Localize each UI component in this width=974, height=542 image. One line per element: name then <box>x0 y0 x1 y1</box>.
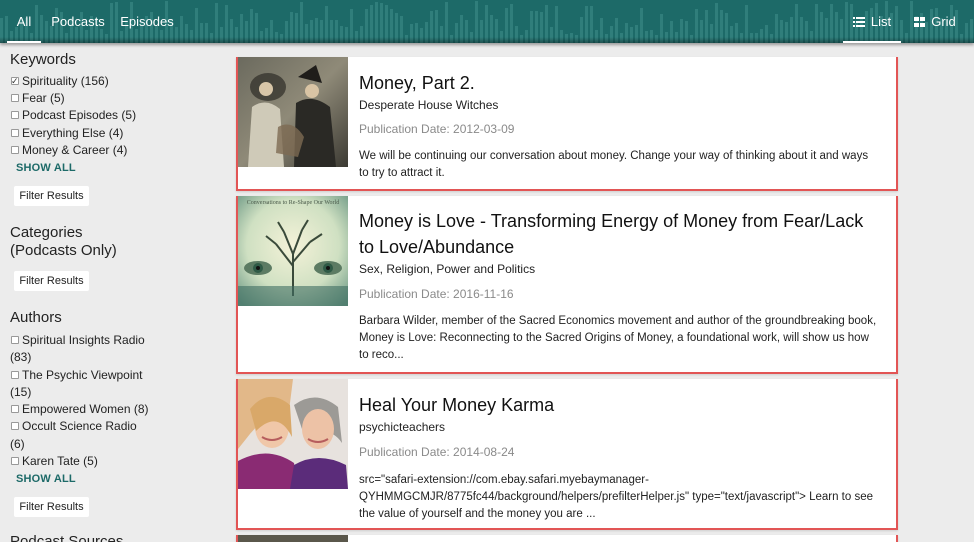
author-label: Empowered Women (8) <box>22 402 149 416</box>
tab-podcasts[interactable]: Podcasts <box>50 0 106 43</box>
author-filter-empowered-women[interactable]: Empowered Women (8) <box>11 401 211 418</box>
grid-icon <box>914 16 926 27</box>
publication-date: Publication Date: 2016-11-16 <box>359 287 514 301</box>
episode-title[interactable]: Money, Part 2. <box>359 70 879 96</box>
filter-sidebar: Keywords Spirituality (156) Fear (5) Pod… <box>0 43 222 542</box>
author-filter-occult-science-radio[interactable]: Occult Science Radio <box>11 418 211 435</box>
checkbox[interactable] <box>11 404 19 413</box>
author-label: Karen Tate (5) <box>22 454 98 468</box>
list-icon <box>852 16 865 27</box>
keyword-label: Fear (5) <box>22 91 65 105</box>
episode-title[interactable]: Money is Love - Transforming Energy of M… <box>359 208 879 260</box>
checkbox[interactable] <box>11 145 19 154</box>
author-label: The Psychic Viewpoint <box>22 368 143 382</box>
episode-thumbnail[interactable] <box>238 57 348 167</box>
keyword-label: Podcast Episodes (5) <box>22 108 137 122</box>
authors-heading: Authors <box>10 309 62 326</box>
view-list-label: List <box>870 14 892 29</box>
keyword-filter-spirituality[interactable]: Spirituality (156) <box>11 73 211 90</box>
keyword-filter-money-career[interactable]: Money & Career (4) <box>11 142 211 159</box>
checkbox-checked[interactable] <box>11 73 19 90</box>
checkbox[interactable] <box>11 93 19 102</box>
view-grid-button[interactable]: Grid <box>906 0 964 43</box>
categories-heading: Categories <box>10 224 83 241</box>
checkbox[interactable] <box>11 335 19 344</box>
author-filter-spiritual-insights-radio[interactable]: Spiritual Insights Radio <box>11 332 211 349</box>
author-filter-karen-tate[interactable]: Karen Tate (5) <box>11 453 211 470</box>
author-count: (15) <box>10 385 32 399</box>
episode-description: Barbara Wilder, member of the Sacred Eco… <box>359 315 877 361</box>
keywords-filter-button[interactable]: Filter Results <box>14 186 89 206</box>
publication-date: Publication Date: 2012-03-09 <box>359 122 515 136</box>
podcast-name[interactable]: Desperate House Witches <box>359 97 879 113</box>
publication-date: Publication Date: 2014-08-24 <box>359 445 515 459</box>
view-grid-label: Grid <box>931 14 956 29</box>
keywords-show-all-link[interactable]: SHOW ALL <box>16 162 76 174</box>
episode-thumbnail[interactable] <box>238 535 348 542</box>
podcast-name[interactable]: psychicteachers <box>359 419 879 435</box>
episode-description: We will be continuing our conversation a… <box>359 150 869 179</box>
thumbnail-caption: Conversations to Re-Shape Our World <box>246 200 340 206</box>
categories-filter-button[interactable]: Filter Results <box>14 271 89 291</box>
keyword-label: Money & Career (4) <box>22 143 128 157</box>
tab-all[interactable]: All <box>7 0 41 43</box>
episode-description: src="safari-extension://com.ebay.safari.… <box>359 474 874 520</box>
keyword-filter-everything-else[interactable]: Everything Else (4) <box>11 125 211 142</box>
author-label: Occult Science Radio <box>22 419 137 433</box>
keyword-filter-fear[interactable]: Fear (5) <box>11 90 211 107</box>
checkbox[interactable] <box>11 110 19 119</box>
result-card[interactable] <box>236 535 898 542</box>
authors-filter-button[interactable]: Filter Results <box>14 497 89 517</box>
author-count: (83) <box>10 350 32 364</box>
checkbox[interactable] <box>11 370 19 379</box>
author-count: (6) <box>10 437 25 451</box>
result-card[interactable]: Conversations to Re-Shape Our World Mone… <box>236 196 898 374</box>
checkbox[interactable] <box>11 421 19 430</box>
keywords-heading: Keywords <box>10 51 76 68</box>
top-nav-bar: All Podcasts Episodes List Grid <box>0 0 974 43</box>
episode-title[interactable]: Heal Your Money Karma <box>359 392 879 418</box>
result-card[interactable]: Money, Part 2. Desperate House Witches P… <box>236 57 898 191</box>
episode-thumbnail[interactable]: Conversations to Re-Shape Our World <box>238 196 348 306</box>
tab-episodes[interactable]: Episodes <box>118 0 176 43</box>
episode-thumbnail[interactable] <box>238 379 348 489</box>
podcast-name[interactable]: Sex, Religion, Power and Politics <box>359 261 879 277</box>
keyword-label: Everything Else (4) <box>22 126 124 140</box>
checkbox[interactable] <box>11 456 19 465</box>
keyword-label: Spirituality (156) <box>22 74 109 88</box>
result-card[interactable]: Heal Your Money Karma psychicteachers Pu… <box>236 379 898 530</box>
author-label: Spiritual Insights Radio <box>22 333 145 347</box>
keyword-filter-podcast-episodes[interactable]: Podcast Episodes (5) <box>11 107 211 124</box>
authors-show-all-link[interactable]: SHOW ALL <box>16 473 76 485</box>
podcast-sources-heading: Podcast Sources <box>10 533 124 542</box>
categories-subheading: (Podcasts Only) <box>10 242 117 259</box>
checkbox[interactable] <box>11 128 19 137</box>
author-filter-psychic-viewpoint[interactable]: The Psychic Viewpoint <box>11 367 211 384</box>
view-list-button[interactable]: List <box>843 0 901 43</box>
